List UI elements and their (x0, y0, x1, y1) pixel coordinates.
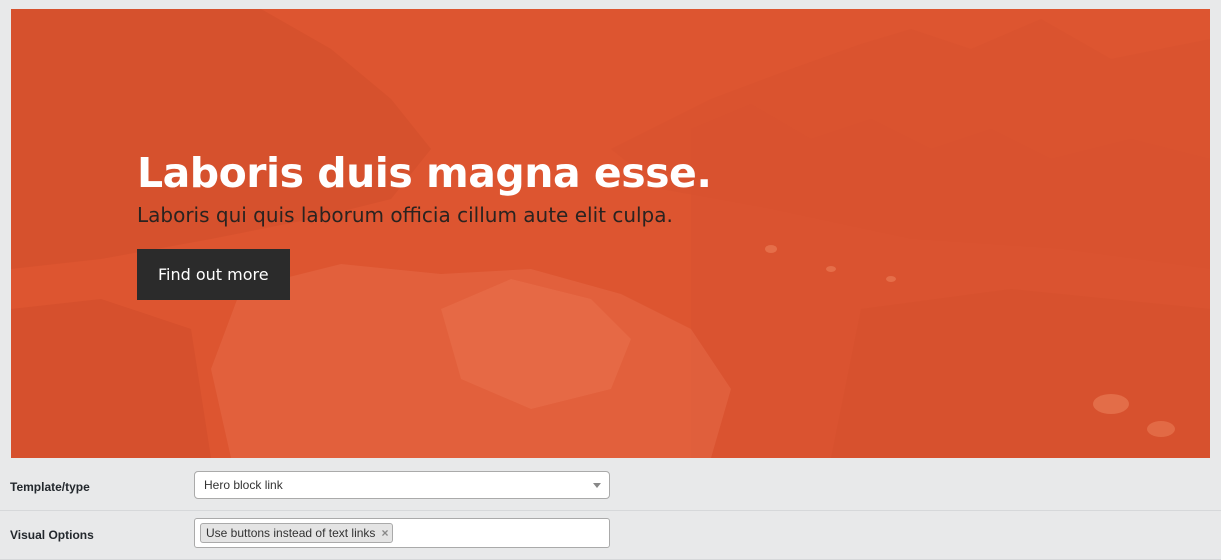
close-icon[interactable]: × (381, 524, 388, 542)
template-type-select[interactable]: Hero block link (194, 471, 610, 499)
visual-options-label: Visual Options (10, 528, 94, 542)
visual-options-multiselect[interactable]: Use buttons instead of text links × (194, 518, 610, 548)
hero-title: Laboris duis magna esse. (137, 149, 712, 197)
chevron-down-icon (593, 483, 601, 488)
hero-subtitle: Laboris qui quis laborum officia cillum … (137, 203, 673, 227)
template-type-label: Template/type (10, 480, 90, 494)
hero-block-preview: Laboris duis magna esse. Laboris qui qui… (11, 9, 1210, 458)
visual-options-row: Visual Options Use buttons instead of te… (0, 511, 1221, 560)
visual-option-tag: Use buttons instead of text links × (200, 523, 394, 543)
template-type-selected-value: Hero block link (204, 478, 283, 492)
visual-option-tag-label: Use buttons instead of text links (206, 526, 376, 540)
find-out-more-button[interactable]: Find out more (137, 249, 290, 300)
hero-content: Laboris duis magna esse. Laboris qui qui… (137, 145, 712, 300)
template-type-row: Template/type Hero block link (0, 460, 1221, 511)
